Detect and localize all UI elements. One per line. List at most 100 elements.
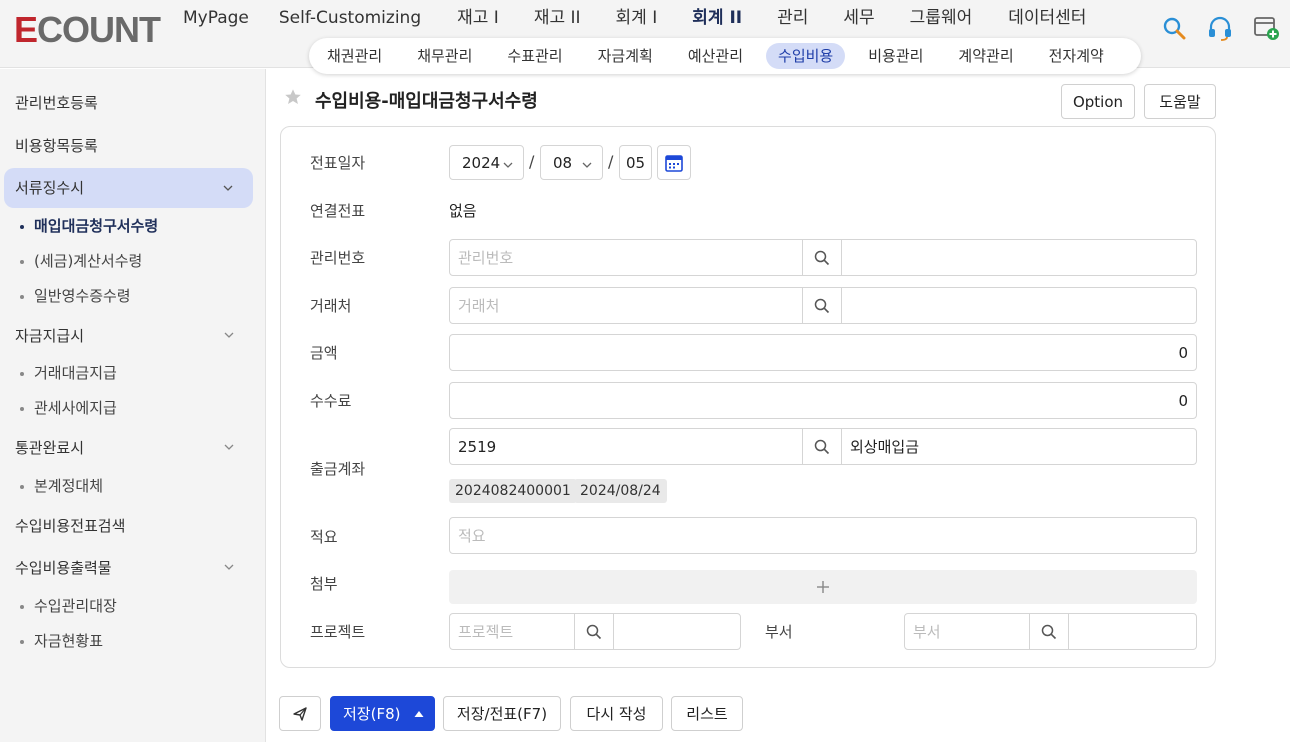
top-menu-mypage[interactable]: MyPage bbox=[183, 6, 249, 30]
top-menu: MyPage Self-Customizing 재고 I 재고 II 회계 I … bbox=[183, 6, 1086, 30]
send-button[interactable] bbox=[279, 696, 321, 731]
fee-label: 수수료 bbox=[310, 392, 352, 410]
help-button[interactable]: 도움말 bbox=[1144, 84, 1216, 119]
department-name-field[interactable] bbox=[1068, 613, 1197, 650]
chevron-down-icon bbox=[224, 564, 234, 570]
option-button[interactable]: Option bbox=[1061, 84, 1135, 119]
add-window-icon[interactable] bbox=[1252, 14, 1280, 42]
linked-slip-label: 연결전표 bbox=[310, 202, 366, 220]
sidebar-group-document-receipt[interactable]: 서류징수시 bbox=[4, 168, 253, 208]
top-icons bbox=[1160, 14, 1280, 42]
search-icon[interactable] bbox=[1160, 14, 1188, 42]
tab-budget[interactable]: 예산관리 bbox=[676, 43, 755, 69]
calendar-icon bbox=[665, 154, 683, 172]
account-name-field[interactable]: 외상매입금 bbox=[841, 428, 1197, 465]
date-separator: / bbox=[608, 152, 614, 171]
rewrite-button[interactable]: 다시 작성 bbox=[570, 696, 663, 731]
department-search-button[interactable] bbox=[1029, 613, 1069, 650]
tab-contract[interactable]: 계약관리 bbox=[946, 43, 1025, 69]
mgmt-number-label: 관리번호 bbox=[310, 249, 366, 267]
chevron-down-icon bbox=[224, 444, 234, 450]
list-button[interactable]: 리스트 bbox=[671, 696, 743, 731]
top-menu-groupware[interactable]: 그룹웨어 bbox=[910, 6, 973, 30]
date-separator: / bbox=[529, 152, 535, 171]
linked-slip-value: 없음 bbox=[449, 202, 477, 220]
account-chip-date[interactable]: 2024/08/24 bbox=[574, 479, 667, 503]
top-menu-inventory-1[interactable]: 재고 I bbox=[457, 6, 499, 30]
chevron-down-icon bbox=[582, 162, 592, 168]
top-menu-management[interactable]: 관리 bbox=[777, 6, 808, 30]
sidebar-sub-import-ledger[interactable]: 수입관리대장 bbox=[20, 595, 117, 616]
tab-import-cost[interactable]: 수입비용 bbox=[766, 43, 846, 69]
send-icon bbox=[293, 706, 307, 721]
search-icon bbox=[1041, 624, 1057, 639]
calendar-button[interactable] bbox=[657, 145, 691, 180]
top-menu-tax[interactable]: 세무 bbox=[843, 6, 874, 30]
save-button[interactable]: 저장(F8) bbox=[330, 696, 435, 731]
account-code-input[interactable]: 2519 bbox=[449, 428, 803, 465]
month-select[interactable]: 08 bbox=[540, 145, 603, 180]
customer-search-button[interactable] bbox=[802, 287, 842, 324]
project-name-field[interactable] bbox=[613, 613, 741, 650]
save-options-toggle[interactable] bbox=[404, 697, 434, 730]
tab-checks[interactable]: 수표관리 bbox=[495, 43, 574, 69]
search-icon bbox=[586, 624, 602, 639]
project-search-button[interactable] bbox=[574, 613, 614, 650]
sidebar-group-label: 서류징수시 bbox=[15, 179, 85, 197]
star-icon[interactable] bbox=[284, 88, 302, 106]
sidebar-sub-customs-broker-payment[interactable]: 관세사에지급 bbox=[20, 397, 117, 418]
tab-payables[interactable]: 채무관리 bbox=[405, 43, 484, 69]
project-label: 프로젝트 bbox=[310, 623, 366, 641]
top-menu-self-customizing[interactable]: Self-Customizing bbox=[279, 6, 421, 30]
caret-up-icon bbox=[414, 710, 424, 717]
tab-fund-plan[interactable]: 자금계획 bbox=[586, 43, 665, 69]
account-chip-slip-number[interactable]: 2024082400001 bbox=[449, 479, 577, 503]
tab-receivables[interactable]: 채권관리 bbox=[315, 43, 394, 69]
sidebar-sub-fund-status[interactable]: 자금현황표 bbox=[20, 630, 103, 651]
day-input[interactable]: 05 bbox=[619, 145, 652, 180]
memo-label: 적요 bbox=[310, 528, 338, 546]
year-select[interactable]: 2024 bbox=[449, 145, 524, 180]
sub-tab-bar: 채권관리 채무관리 수표관리 자금계획 예산관리 수입비용 비용관리 계약관리 … bbox=[309, 38, 1141, 74]
sidebar-sub-tax-invoice[interactable]: (세금)계산서수령 bbox=[20, 250, 142, 271]
plus-icon bbox=[817, 581, 829, 593]
sidebar-sub-purchase-invoice[interactable]: 매입대금청구서수령 bbox=[20, 215, 158, 236]
sidebar-item-slip-search[interactable]: 수입비용전표검색 bbox=[0, 515, 266, 536]
customer-input[interactable]: 거래처 bbox=[449, 287, 803, 324]
department-input[interactable]: 부서 bbox=[904, 613, 1030, 650]
tab-e-contract[interactable]: 전자계약 bbox=[1037, 43, 1116, 69]
sidebar-item-mgmt-number[interactable]: 관리번호등록 bbox=[0, 92, 266, 113]
amount-label: 금액 bbox=[310, 344, 338, 362]
mgmt-number-search-button[interactable] bbox=[802, 239, 842, 276]
sidebar-item-cost-items[interactable]: 비용항목등록 bbox=[0, 135, 266, 156]
chevron-down-icon bbox=[224, 332, 234, 338]
sidebar-sub-general-receipt[interactable]: 일반영수증수령 bbox=[20, 285, 131, 306]
sidebar-sub-account-transfer[interactable]: 본계정대체 bbox=[20, 475, 103, 496]
headset-icon[interactable] bbox=[1206, 14, 1234, 42]
top-menu-inventory-2[interactable]: 재고 II bbox=[534, 6, 581, 30]
chevron-down-icon bbox=[503, 162, 513, 168]
add-attachment-button[interactable] bbox=[449, 570, 1197, 604]
sidebar-group-customs-complete[interactable]: 통관완료시 bbox=[0, 437, 266, 457]
memo-input[interactable]: 적요 bbox=[449, 517, 1197, 554]
account-search-button[interactable] bbox=[802, 428, 842, 465]
mgmt-number-name-field[interactable] bbox=[841, 239, 1197, 276]
tab-expense[interactable]: 비용관리 bbox=[856, 43, 935, 69]
customer-name-field[interactable] bbox=[841, 287, 1197, 324]
sidebar-group-payment[interactable]: 자금지급시 bbox=[0, 325, 266, 345]
ecount-logo[interactable]: ECOUNT bbox=[14, 12, 161, 48]
search-icon bbox=[814, 439, 830, 454]
sidebar-sub-trade-payment[interactable]: 거래대금지급 bbox=[20, 362, 117, 383]
sidebar-group-print[interactable]: 수입비용출력물 bbox=[0, 557, 266, 577]
fee-input[interactable]: 0 bbox=[449, 382, 1197, 419]
save-slip-button[interactable]: 저장/전표(F7) bbox=[443, 696, 561, 731]
chevron-down-icon bbox=[223, 185, 233, 191]
search-icon bbox=[814, 298, 830, 313]
mgmt-number-input[interactable]: 관리번호 bbox=[449, 239, 803, 276]
top-menu-datacenter[interactable]: 데이터센터 bbox=[1008, 6, 1086, 30]
top-menu-accounting-2[interactable]: 회계 II bbox=[692, 6, 742, 30]
top-menu-accounting-1[interactable]: 회계 I bbox=[616, 6, 658, 30]
project-input[interactable]: 프로젝트 bbox=[449, 613, 575, 650]
amount-input[interactable]: 0 bbox=[449, 334, 1197, 371]
date-label: 전표일자 bbox=[310, 154, 366, 172]
